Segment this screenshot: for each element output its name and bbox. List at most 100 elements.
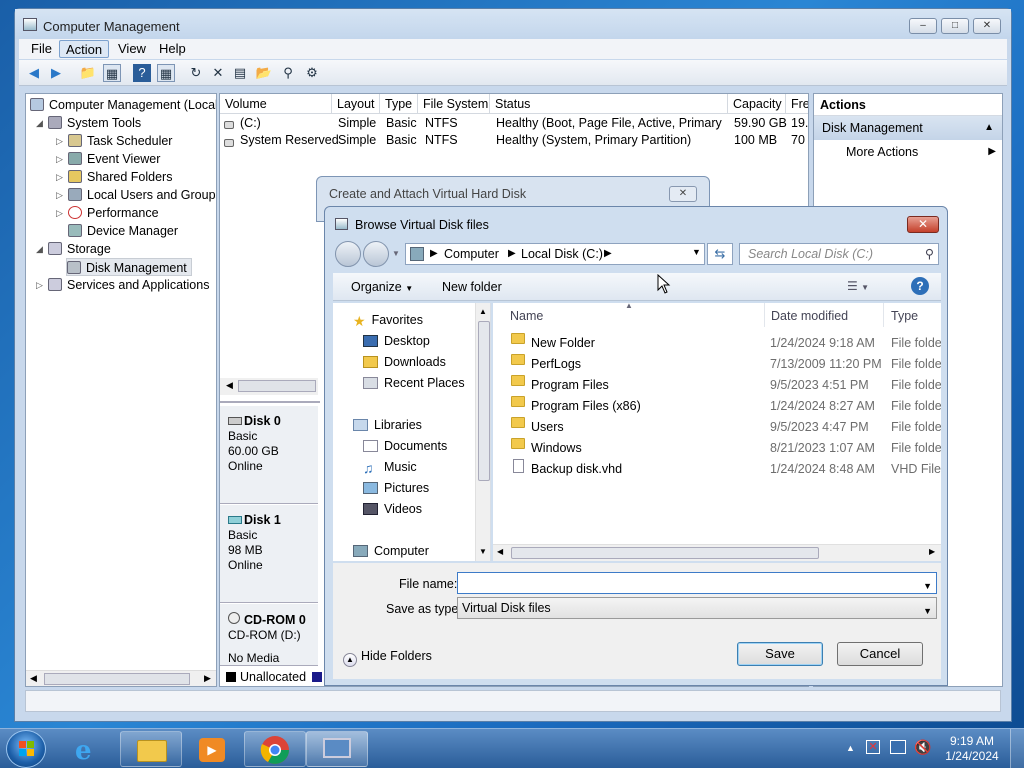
column-name[interactable]: Name xyxy=(510,307,543,325)
disk-0-row[interactable]: Disk 0 Basic 60.00 GB Online xyxy=(220,406,318,504)
help-icon[interactable]: ? xyxy=(133,64,151,82)
start-button[interactable] xyxy=(6,730,46,768)
menu-view[interactable]: View xyxy=(112,40,152,58)
scroll-left-icon[interactable]: ◀ xyxy=(30,673,37,684)
collapse-icon[interactable]: ◢ xyxy=(36,244,43,255)
up-folder-icon[interactable]: 📁 xyxy=(79,64,97,82)
expand-icon[interactable]: ▷ xyxy=(56,208,63,219)
search-icon[interactable]: ⚲ xyxy=(279,64,297,82)
save-type-select[interactable]: Virtual Disk files ▼ xyxy=(457,597,937,619)
list-item[interactable]: Windows 8/21/2023 1:07 AM File folder xyxy=(493,438,941,459)
breadcrumb-local-disk[interactable]: Local Disk (C:) xyxy=(521,245,603,263)
help-icon[interactable]: ? xyxy=(911,277,929,295)
more-actions[interactable]: More Actions ▶ xyxy=(814,142,1002,162)
dialog-title-bar[interactable]: Browse Virtual Disk files ✕ xyxy=(325,207,947,237)
delete-icon[interactable]: ✕ xyxy=(209,64,227,82)
title-bar[interactable]: Computer Management – □ ✕ xyxy=(15,9,1011,39)
scroll-right-icon[interactable]: ▶ xyxy=(204,673,211,684)
view-options-icon[interactable]: ☰ ▼ xyxy=(847,279,869,293)
nav-libraries[interactable]: Libraries xyxy=(353,416,422,434)
column-date[interactable]: Date modified xyxy=(771,307,848,325)
show-desktop-button[interactable] xyxy=(1010,729,1024,768)
refresh-icon[interactable]: ↻ xyxy=(187,64,205,82)
dropdown-icon[interactable]: ▼ xyxy=(923,576,932,596)
list-item[interactable]: Program Files (x86) 1/24/2024 8:27 AM File… xyxy=(493,396,941,417)
column-type[interactable]: Type xyxy=(891,307,918,325)
tree-item-event-viewer[interactable]: Event Viewer xyxy=(68,150,160,168)
tree-item-services-apps[interactable]: Services and Applications xyxy=(48,276,209,294)
search-input[interactable]: Search Local Disk (C:) ⚲ xyxy=(739,243,939,265)
scroll-down-icon[interactable]: ▼ xyxy=(479,547,487,556)
file-name-input[interactable]: ▼ xyxy=(457,572,937,594)
nav-computer[interactable]: Computer xyxy=(353,542,429,560)
collapse-icon[interactable]: ◢ xyxy=(36,118,43,129)
breadcrumb-computer[interactable]: Computer xyxy=(444,245,499,263)
tree-item-disk-management[interactable]: Disk Management xyxy=(66,258,192,276)
tree-root[interactable]: Computer Management (Local xyxy=(30,96,216,114)
expand-icon[interactable]: ▷ xyxy=(56,190,63,201)
recent-pages-icon[interactable]: ▼ xyxy=(392,249,400,258)
scroll-thumb[interactable] xyxy=(44,673,190,685)
list-item[interactable]: Backup disk.vhd 1/24/2024 8:48 AM VHD File xyxy=(493,459,941,480)
scroll-thumb[interactable] xyxy=(238,380,316,392)
nav-recent-places[interactable]: Recent Places xyxy=(363,374,465,392)
breadcrumb-separator-icon[interactable]: ▶ xyxy=(508,246,516,262)
nav-music[interactable]: ♫ Music xyxy=(363,458,417,477)
clock[interactable]: 9:19 AM 1/24/2024 xyxy=(944,734,1000,764)
forward-icon[interactable]: ▶ xyxy=(47,64,65,82)
forward-button[interactable] xyxy=(363,241,389,267)
maximize-button[interactable]: □ xyxy=(941,18,969,34)
tree-item-storage[interactable]: Storage xyxy=(48,240,111,258)
column-status[interactable]: Status xyxy=(490,94,728,114)
list-item[interactable]: New Folder 1/24/2024 9:18 AM File folder xyxy=(493,333,941,354)
scroll-left-icon[interactable]: ◀ xyxy=(497,547,503,556)
taskbar-file-explorer[interactable] xyxy=(120,731,182,767)
menu-action[interactable]: Action xyxy=(59,40,110,58)
show-hide-tree-icon[interactable]: ▦ xyxy=(103,64,121,82)
scroll-left-icon[interactable]: ◀ xyxy=(226,380,233,391)
column-divider[interactable] xyxy=(764,303,765,327)
nav-pictures[interactable]: Pictures xyxy=(363,479,429,497)
expand-icon[interactable]: ▷ xyxy=(56,154,63,165)
tree-item-system-tools[interactable]: System Tools xyxy=(48,114,141,132)
tree-item-device-manager[interactable]: Device Manager xyxy=(68,222,178,240)
horizontal-scrollbar[interactable]: ◀ ▶ xyxy=(493,544,941,561)
nav-documents[interactable]: Documents xyxy=(363,437,447,455)
back-button[interactable] xyxy=(335,241,361,267)
list-item[interactable]: Users 9/5/2023 4:47 PM File folder xyxy=(493,417,941,438)
expand-icon[interactable]: ▷ xyxy=(56,172,63,183)
expand-icon[interactable]: ▷ xyxy=(56,136,63,147)
cdrom-0-row[interactable]: CD-ROM 0 CD-ROM (D:) No Media xyxy=(220,604,318,666)
taskbar-computer-management[interactable] xyxy=(306,731,368,767)
back-icon[interactable]: ◀ xyxy=(25,64,43,82)
collapse-icon[interactable]: ▲ xyxy=(984,116,994,140)
show-hidden-icons-icon[interactable]: ▲ xyxy=(846,743,855,753)
disk-1-row[interactable]: Disk 1 Basic 98 MB Online xyxy=(220,505,318,603)
volume-muted-icon[interactable]: 🔇 xyxy=(914,739,931,756)
dropdown-icon[interactable]: ▼ xyxy=(923,601,932,621)
search-icon[interactable]: ⚲ xyxy=(925,244,934,264)
properties-icon[interactable]: ▤ xyxy=(231,64,249,82)
scroll-thumb[interactable] xyxy=(511,547,819,559)
minimize-button[interactable]: – xyxy=(909,18,937,34)
scroll-right-icon[interactable]: ▶ xyxy=(929,547,935,556)
column-type[interactable]: Type xyxy=(380,94,418,114)
tree-item-local-users[interactable]: Local Users and Groups xyxy=(68,186,216,204)
refresh-icon[interactable]: ⇆ xyxy=(707,243,733,265)
horizontal-scrollbar[interactable]: ◀ xyxy=(220,378,318,395)
close-button[interactable]: ✕ xyxy=(669,186,697,202)
network-icon[interactable] xyxy=(890,740,906,754)
menu-help[interactable]: Help xyxy=(153,40,192,58)
hide-folders-button[interactable]: ▲ Hide Folders xyxy=(343,647,432,667)
nav-downloads[interactable]: Downloads xyxy=(363,353,446,371)
tree-item-task-scheduler[interactable]: Task Scheduler xyxy=(68,132,172,150)
new-folder-button[interactable]: New folder xyxy=(442,278,502,296)
splitter[interactable] xyxy=(220,401,320,403)
list-item[interactable]: PerfLogs 7/13/2009 11:20 PM File folder xyxy=(493,354,941,375)
list-item[interactable]: Program Files 9/5/2023 4:51 PM File folder xyxy=(493,375,941,396)
breadcrumb-separator-icon[interactable]: ▶ xyxy=(604,246,612,262)
settings-icon[interactable]: ⚙ xyxy=(303,64,321,82)
organize-button[interactable]: Organize ▼ xyxy=(351,278,413,298)
nav-desktop[interactable]: Desktop xyxy=(363,332,430,350)
taskbar-media-player[interactable]: ▶ xyxy=(182,731,244,767)
